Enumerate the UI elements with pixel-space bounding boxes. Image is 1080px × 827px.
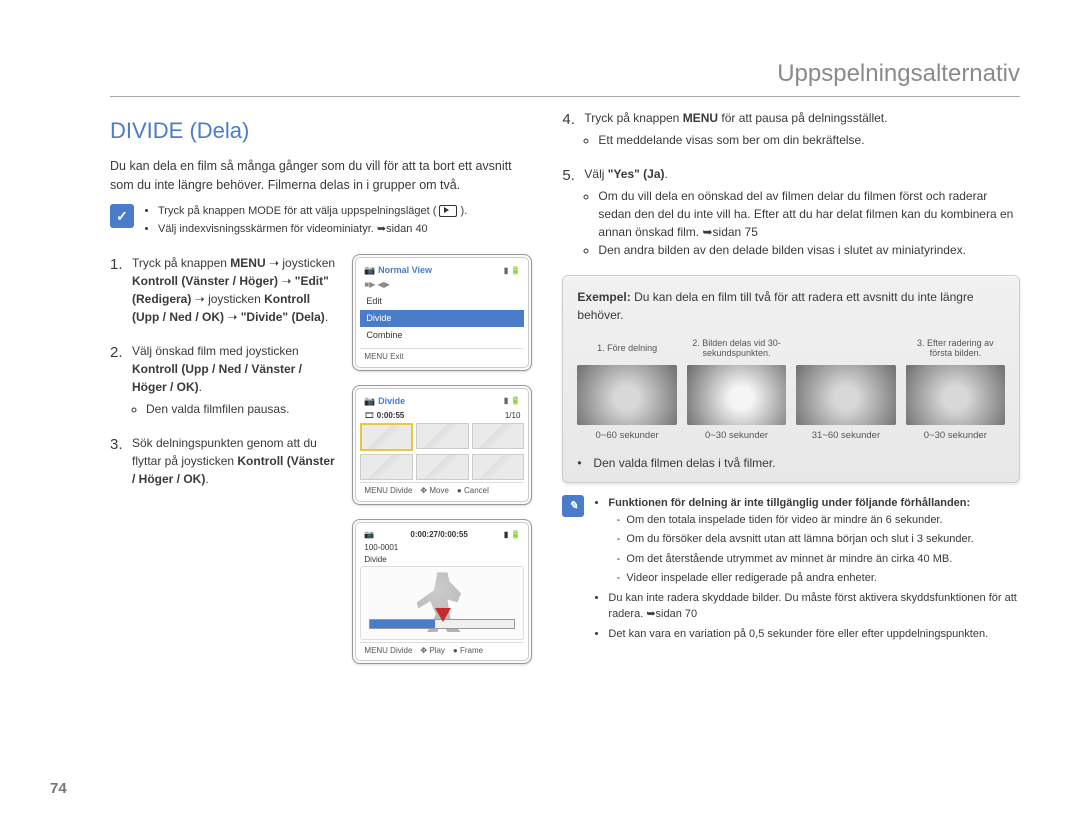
step: 5. Välj "Yes" (Ja). Om du vill dela en o…: [562, 165, 1020, 259]
step: 3. Sök delningspunkten genom att du flyt…: [110, 434, 336, 488]
step-body: Tryck på knappen MENU ➝ joysticken Kontr…: [132, 254, 336, 326]
playback-mode-icon: [439, 205, 457, 217]
two-column-layout: DIVIDE (Dela) Du kan dela en film så mån…: [110, 109, 1020, 664]
step: 4. Tryck på knappen MENU för att pausa p…: [562, 109, 1020, 149]
example-label: Exempel:: [577, 290, 630, 304]
intro-paragraph: Du kan dela en film så många gånger som …: [110, 157, 532, 195]
thumb-cactus-icon: [577, 365, 676, 425]
lcd-divide-timeline: 📷0:00:27/0:00:55▮ 🔋 100-0001Divide MENU …: [352, 519, 532, 664]
example-thumbnails: 1. Före delning 0~60 sekunder 2. Bilden …: [577, 334, 1005, 443]
thumb-cactus-icon: [796, 365, 895, 425]
thumbnail-selected: [360, 423, 413, 451]
steps-left: 1. Tryck på knappen MENU ➝ joysticken Ko…: [110, 254, 336, 488]
lcd-thumbnail-grid: 📷 Divide▮ 🔋 🎞 0:00:551/10 MENU Divide✥ M…: [352, 385, 532, 505]
page-number: 74: [50, 780, 67, 797]
step: 1. Tryck på knappen MENU ➝ joysticken Ko…: [110, 254, 336, 326]
example-item: 3. Efter radering av första bilden. 0~30…: [906, 334, 1005, 443]
example-item: 1. Före delning 0~60 sekunder: [577, 334, 676, 443]
steps-right: 4. Tryck på knappen MENU för att pausa p…: [562, 109, 1020, 259]
prerequisite-box: ✓ Tryck på knappen MODE för att välja up…: [110, 204, 532, 240]
manual-page: Uppspelningsalternativ DIVIDE (Dela) Du …: [0, 0, 1080, 827]
prereq-item: Välj indexvisningsskärmen för videominia…: [158, 222, 467, 238]
example-item: 2. Bilden delas vid 30-sekundspunkten. 0…: [687, 334, 786, 443]
playhead-marker-icon: [435, 608, 451, 622]
menu-item-edit: Edit: [360, 293, 524, 310]
example-result: Den valda filmen delas i två filmer.: [577, 455, 1005, 472]
check-icon: ✓: [110, 204, 134, 228]
section-heading: DIVIDE (Dela): [110, 115, 532, 147]
prerequisite-list: Tryck på knappen MODE för att välja upps…: [144, 204, 467, 240]
right-column: 4. Tryck på knappen MENU för att pausa p…: [562, 109, 1020, 664]
lcd-illustrations: 📷 Normal View▮ 🔋 ■▶ ◀▶ Edit Divide Combi…: [352, 254, 532, 664]
menu-item-combine: Combine: [360, 327, 524, 344]
note-icon: ✎: [562, 495, 584, 517]
left-column: DIVIDE (Dela) Du kan dela en film så mån…: [110, 109, 532, 664]
note-box: ✎ Funktionen för delning är inte tillgän…: [562, 495, 1020, 645]
menu-item-divide: Divide: [360, 310, 524, 327]
lcd-menu-edit: 📷 Normal View▮ 🔋 ■▶ ◀▶ Edit Divide Combi…: [352, 254, 532, 370]
timeline-bar: [369, 619, 515, 629]
page-header: Uppspelningsalternativ: [110, 60, 1020, 97]
note-list: Funktionen för delning är inte tillgängl…: [594, 495, 1020, 645]
example-box: Exempel: Du kan dela en film till två fö…: [562, 275, 1020, 483]
header-title: Uppspelningsalternativ: [777, 60, 1020, 87]
thumb-flower-icon: [687, 365, 786, 425]
example-item: 31~60 sekunder: [796, 334, 895, 443]
step: 2. Välj önskad film med joysticken Kontr…: [110, 342, 336, 418]
thumb-cactus-icon: [906, 365, 1005, 425]
prereq-item: Tryck på knappen MODE för att välja upps…: [158, 204, 467, 220]
